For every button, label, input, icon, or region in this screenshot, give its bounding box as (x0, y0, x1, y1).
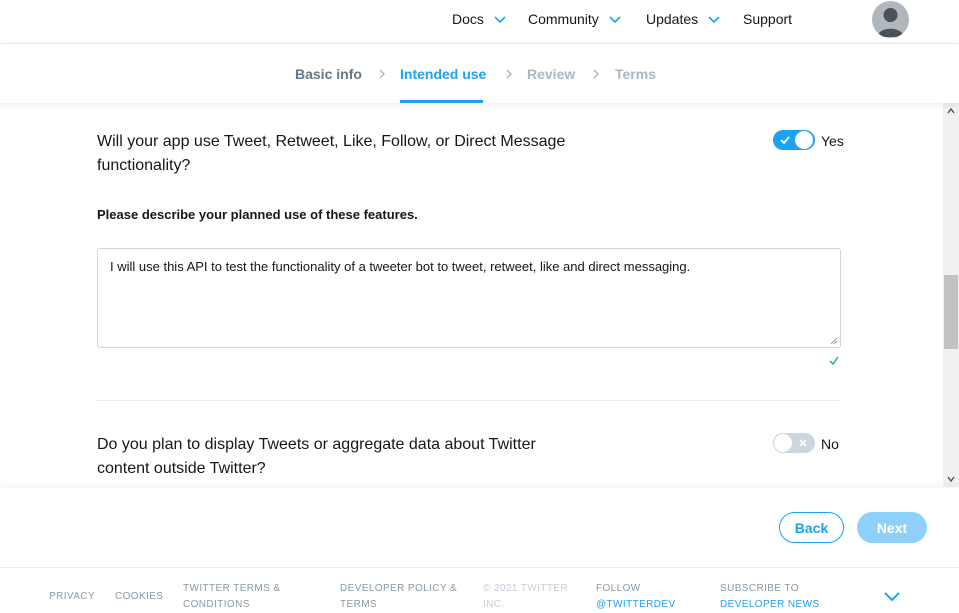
nav-community-label: Community (528, 11, 599, 27)
footer-copyright: © 2021 Twitter Inc. (483, 583, 569, 610)
step-terms: Terms (615, 66, 656, 82)
toggle-knob (774, 434, 792, 452)
user-avatar-icon[interactable] (872, 1, 909, 38)
step-intended-use[interactable]: Intended use (400, 66, 486, 82)
step-review: Review (527, 66, 576, 82)
functionality-toggle-label: Yes (821, 133, 844, 149)
vertical-scrollbar[interactable] (943, 103, 959, 487)
footer-subscribe: Subscribe to Developer News (720, 581, 860, 613)
chevron-down-icon (609, 16, 621, 24)
question-display-tweets: Do you plan to display Tweets or aggrega… (97, 436, 536, 477)
footer-follow-handle-link[interactable]: @TwitterDev (596, 599, 676, 610)
top-nav: Docs Community Updates Support (0, 0, 959, 44)
section-divider (97, 400, 841, 401)
footer-follow: Follow @TwitterDev (596, 581, 686, 613)
progress-stepper: Basic info Intended use Review Terms (0, 44, 959, 103)
footer-subscribe-prefix: Subscribe to (720, 583, 799, 594)
active-step-indicator (400, 100, 483, 103)
footer-cookies-link[interactable]: Cookies (115, 589, 163, 605)
nav-docs-label: Docs (452, 11, 484, 27)
nav-docs[interactable]: Docs (452, 11, 507, 27)
nav-updates-label: Updates (646, 11, 699, 27)
display-tweets-toggle[interactable] (773, 433, 815, 453)
user-silhouette-icon (877, 8, 904, 37)
question-app-functionality: Will your app use Tweet, Retweet, Like, … (97, 133, 566, 174)
planned-use-text: I will use this API to test the function… (110, 259, 691, 274)
nav-support[interactable]: Support (743, 11, 792, 27)
nav-support-label: Support (743, 11, 793, 27)
toggle-knob (795, 131, 813, 149)
planned-use-textarea[interactable]: I will use this API to test the function… (97, 248, 841, 348)
chevron-right-icon (379, 69, 385, 79)
describe-use-label: Please describe your planned use of thes… (97, 207, 418, 222)
scroll-up-arrow-icon[interactable] (947, 108, 955, 114)
footer-policy-link[interactable]: Developer Policy & Terms (340, 581, 460, 613)
scroll-down-arrow-icon[interactable] (947, 476, 955, 482)
chevron-right-icon (506, 69, 512, 79)
footer-subscribe-link[interactable]: Developer News (720, 599, 820, 610)
footer-privacy-link[interactable]: Privacy (49, 589, 95, 605)
form-action-bar: Back Next (0, 487, 959, 567)
chevron-down-icon (494, 16, 506, 24)
form-content: Will your app use Tweet, Retweet, Like, … (0, 103, 943, 487)
display-tweets-toggle-label: No (821, 436, 839, 452)
site-footer: Privacy Cookies Twitter Terms & Conditio… (0, 567, 959, 613)
valid-checkmark-icon (829, 356, 839, 366)
footer-follow-prefix: Follow (596, 583, 641, 594)
checkmark-icon (780, 136, 790, 145)
nav-updates[interactable]: Updates (646, 11, 721, 27)
chevron-down-icon[interactable] (883, 590, 901, 602)
close-icon (799, 439, 807, 447)
chevron-down-icon (708, 16, 720, 24)
resize-handle-icon[interactable] (830, 337, 838, 345)
step-basic-info[interactable]: Basic info (295, 66, 362, 82)
scrollbar-thumb[interactable] (944, 275, 958, 349)
chevron-right-icon (593, 69, 599, 79)
next-button[interactable]: Next (857, 512, 927, 543)
back-button[interactable]: Back (779, 512, 844, 543)
footer-terms-link[interactable]: Twitter Terms & Conditions (183, 581, 303, 613)
functionality-toggle[interactable] (773, 130, 815, 150)
nav-community[interactable]: Community (528, 11, 622, 27)
